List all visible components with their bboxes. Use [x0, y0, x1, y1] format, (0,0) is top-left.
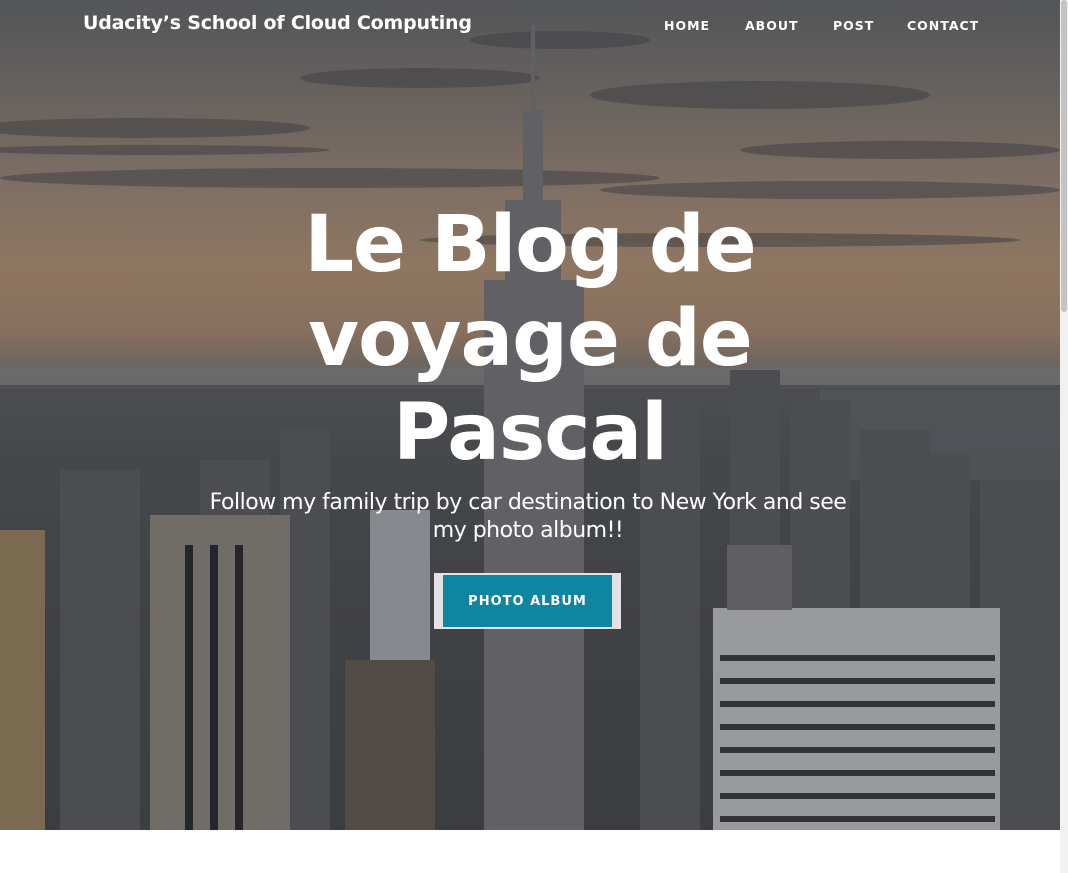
nav-home[interactable]: HOME	[664, 18, 710, 33]
nav-about[interactable]: ABOUT	[745, 18, 799, 33]
main-nav: HOME ABOUT POST CONTACT	[0, 18, 1060, 34]
nav-contact[interactable]: CONTACT	[907, 18, 979, 33]
page-subtitle: Follow my family trip by car destination…	[209, 490, 847, 543]
nav-post[interactable]: POST	[833, 18, 874, 33]
photo-album-button[interactable]: PHOTO ALBUM	[434, 573, 621, 629]
page-title: Le Blog de voyage de Pascal	[304, 200, 756, 478]
scrollbar-thumb[interactable]	[1061, 0, 1067, 312]
page-scrollbar[interactable]	[1060, 0, 1068, 873]
